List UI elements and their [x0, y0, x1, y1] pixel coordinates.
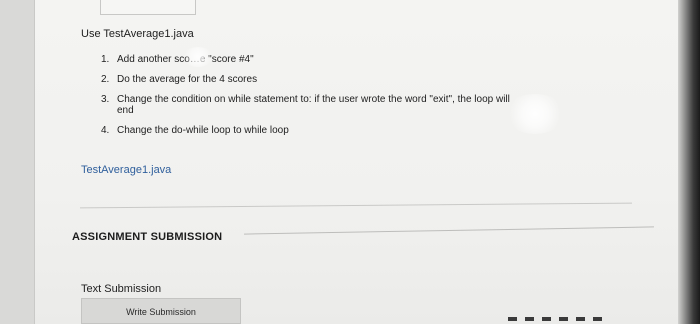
top-panel-fragment: [100, 0, 196, 15]
step-text: Change the do-while loop to while loop: [117, 125, 289, 136]
attachment-file-link[interactable]: TestAverage1.java: [81, 164, 171, 176]
step-item: 2. Do the average for the 4 scores: [101, 74, 641, 85]
step-number: 2.: [101, 74, 110, 85]
heading-rule: [244, 226, 654, 235]
step-number: 4.: [101, 125, 110, 136]
browser-screen: Use TestAverage1.java 1. Add another sco…: [0, 0, 700, 324]
step-number: 3.: [101, 94, 110, 105]
step-text: Do the average for the 4 scores: [117, 74, 258, 85]
toolbar-dashes: [508, 317, 608, 321]
screen-glare: [505, 94, 565, 134]
right-edge: [678, 0, 700, 324]
section-divider: [80, 202, 632, 209]
screen-glare-small: [183, 47, 213, 67]
assignment-submission-heading: ASSIGNMENT SUBMISSION: [72, 231, 223, 243]
step-text: Add another sco…e "score #4": [117, 54, 254, 65]
step-item: 1. Add another sco…e "score #4": [101, 54, 641, 65]
step-text: Change the condition on while statement …: [117, 94, 510, 116]
left-rail: [0, 0, 35, 324]
step-item: 4. Change the do-while loop to while loo…: [101, 125, 641, 136]
step-number: 1.: [101, 54, 110, 65]
instructions-title: Use TestAverage1.java: [81, 28, 194, 40]
write-submission-button[interactable]: Write Submission: [81, 298, 241, 324]
text-submission-label: Text Submission: [81, 283, 162, 295]
